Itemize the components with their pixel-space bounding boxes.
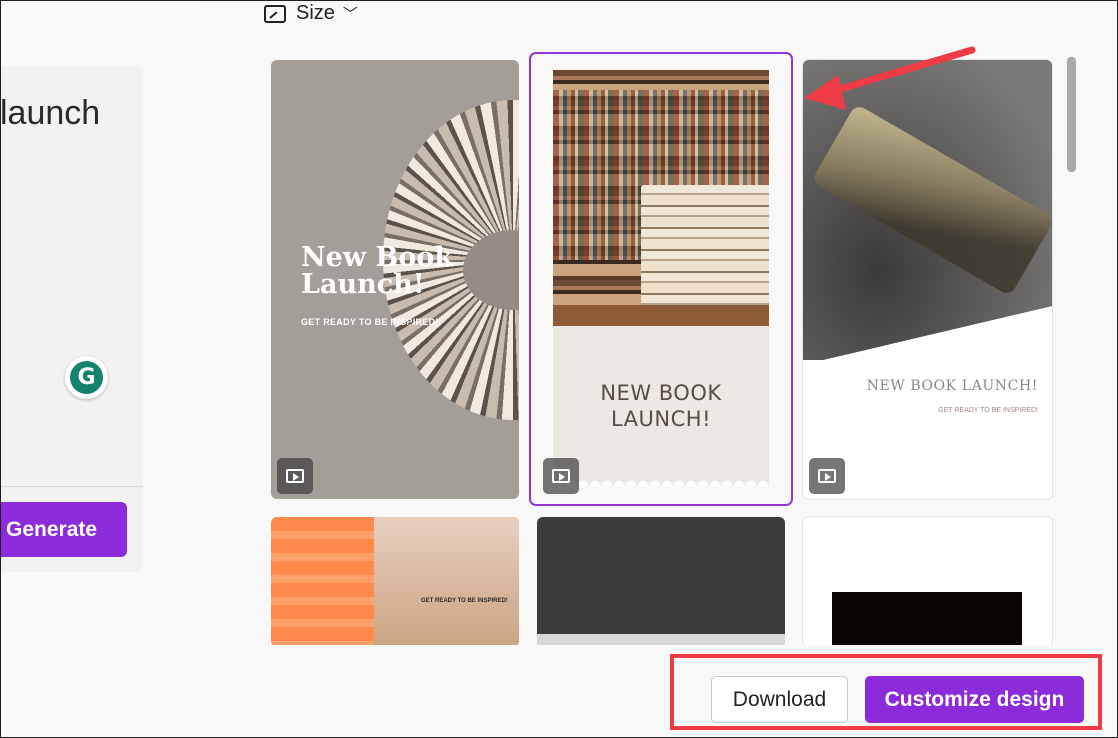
dark-image <box>832 592 1022 647</box>
template-title: NEW BOOK LAUNCH! <box>553 380 769 432</box>
grammarly-icon[interactable]: G <box>65 356 108 399</box>
video-icon <box>809 458 845 494</box>
prompt-card <box>0 66 143 572</box>
template-subtitle: GET READY TO BE INSPIRED! <box>938 407 1038 414</box>
template-card-2[interactable]: NEW BOOK LAUNCH! <box>553 70 769 486</box>
chevron-down-icon: ﹀ <box>342 6 358 23</box>
template-title: New Book Launch! <box>301 242 454 300</box>
prompt-text[interactable]: launch <box>0 94 100 133</box>
size-dropdown[interactable]: Size ﹀ <box>264 2 358 25</box>
table <box>553 305 769 326</box>
template-card-3[interactable]: NEW BOOK LAUNCH! GET READY TO BE INSPIRE… <box>803 60 1052 499</box>
resize-icon <box>264 4 286 23</box>
template-subtitle: GET READY TO BE INSPIRED! <box>421 598 508 604</box>
template-card-4[interactable]: GET READY TO BE INSPIRED! <box>271 517 519 647</box>
download-button[interactable]: Download <box>711 676 848 723</box>
template-card-1[interactable]: New Book Launch! GET READY TO BE INSPIRE… <box>271 60 519 499</box>
ticket-edge <box>553 478 769 486</box>
template-title-line-1: NEW BOOK <box>600 381 722 405</box>
template-title: NEW BOOK LAUNCH! <box>866 378 1038 394</box>
template-card-5[interactable] <box>537 517 785 647</box>
book-stack <box>641 185 769 305</box>
scrollbar-thumb[interactable] <box>1067 57 1076 172</box>
template-subtitle: GET READY TO BE INSPIRED! <box>301 317 439 327</box>
sunset-image <box>374 517 519 647</box>
generate-button[interactable]: Generate <box>0 502 127 557</box>
video-icon <box>277 458 313 494</box>
size-label: Size <box>296 2 335 24</box>
grammarly-letter: G <box>70 361 103 394</box>
customize-design-button[interactable]: Customize design <box>865 676 1084 723</box>
template-card-6[interactable] <box>803 517 1052 647</box>
video-icon <box>543 458 579 494</box>
template-title-line-2: LAUNCH! <box>611 407 711 431</box>
orange-stripes <box>271 517 374 647</box>
divider <box>0 486 143 487</box>
left-panel: launch G Generate <box>0 0 202 738</box>
